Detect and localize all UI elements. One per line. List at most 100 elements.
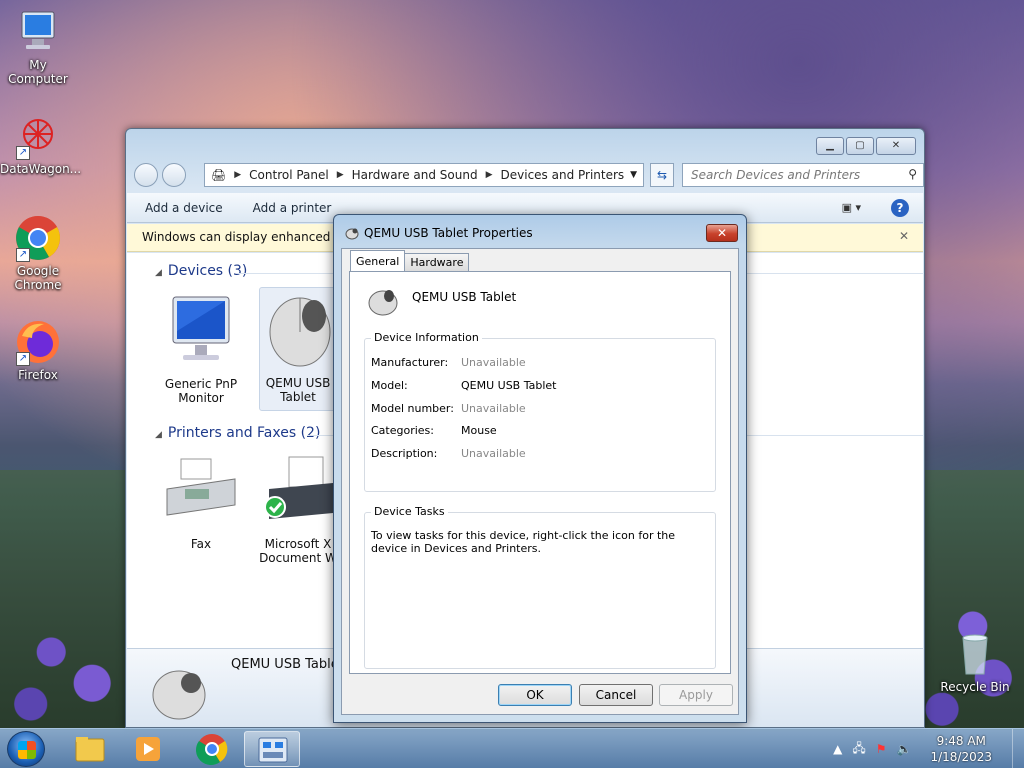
help-icon[interactable]: ? [891, 199, 909, 217]
desktop-icon-google-chrome[interactable]: ↗ Google Chrome [0, 214, 76, 292]
control-panel-icon: 🖨 [211, 168, 227, 182]
address-dropdown-icon[interactable]: ▼ [630, 170, 637, 180]
desktop-icon-label: Recycle Bin [940, 680, 1010, 694]
windows-logo-icon [18, 741, 36, 759]
breadcrumb-devices-and-printers[interactable]: Devices and Printers [501, 168, 625, 182]
recycle-bin-icon [951, 630, 999, 678]
info-row-description: Description: Unavailable [371, 447, 526, 460]
info-row-categories: Categories: Mouse [371, 424, 497, 437]
properties-dialog: QEMU USB Tablet Properties ✕ General Har… [333, 214, 747, 723]
computer-icon [14, 8, 62, 56]
info-value: Mouse [461, 424, 497, 437]
volume-icon[interactable]: 🔈 [897, 742, 912, 756]
forward-button[interactable] [162, 163, 186, 187]
taskbar: ▲ 🖧 ⚑ 🔈 9:48 AM 1/18/2023 [0, 728, 1024, 768]
maximize-button[interactable]: ▢ [846, 137, 874, 155]
cancel-button[interactable]: Cancel [579, 684, 653, 706]
taskbar-explorer[interactable] [62, 731, 118, 767]
chrome-icon [196, 734, 228, 765]
taskbar-devices-and-printers[interactable] [244, 731, 300, 767]
shortcut-arrow-icon: ↗ [16, 352, 30, 366]
breadcrumb-hardware-and-sound[interactable]: Hardware and Sound [352, 168, 478, 182]
info-key: Model: [371, 379, 408, 392]
taskbar-chrome[interactable] [184, 731, 240, 767]
device-qemu-usb-tablet[interactable]: QEMU USB Tablet [259, 287, 337, 411]
refresh-button[interactable]: ⇆ [650, 163, 674, 187]
group-legend: Device Information [371, 331, 482, 344]
device-label: Microsoft X Document W [259, 537, 337, 565]
desktop-icon-my-computer[interactable]: My Computer [0, 8, 76, 86]
tab-strip: General Hardware [350, 250, 470, 271]
fax-icon [159, 449, 243, 533]
start-button[interactable] [7, 731, 45, 767]
mouse-icon [149, 665, 209, 724]
info-key: Manufacturer: [371, 356, 449, 369]
info-value: Unavailable [461, 447, 526, 460]
info-key: Description: [371, 447, 438, 460]
device-information-group: Device Information Manufacturer: Unavail… [364, 331, 716, 492]
clock-date: 1/18/2023 [930, 750, 992, 764]
search-icon[interactable]: ⚲ [908, 167, 917, 181]
close-infobar-icon[interactable]: ✕ [899, 229, 909, 243]
info-bar-text: Windows can display enhanced devi [142, 230, 360, 244]
mouse-icon [366, 286, 400, 319]
tab-hardware[interactable]: Hardware [404, 253, 470, 271]
devices-printers-icon [258, 737, 288, 763]
close-button[interactable]: ✕ [876, 137, 916, 155]
clock[interactable]: 9:48 AM 1/18/2023 [930, 733, 992, 765]
printer-microsoft-xps[interactable]: Microsoft X Document W [259, 449, 337, 569]
add-printer-button[interactable]: Add a printer [253, 201, 332, 215]
desktop-icon-firefox[interactable]: ↗ Firefox [0, 318, 76, 382]
search-placeholder: Search Devices and Printers [691, 168, 861, 182]
general-tab-panel: QEMU USB Tablet Device Information Manuf… [349, 271, 731, 674]
add-device-button[interactable]: Add a device [145, 201, 223, 215]
desktop-icon-recycle-bin[interactable]: Recycle Bin [937, 630, 1013, 694]
breadcrumb-control-panel[interactable]: Control Panel [249, 168, 329, 182]
info-value: QEMU USB Tablet [461, 379, 557, 392]
info-value: Unavailable [461, 356, 526, 369]
device-generic-pnp-monitor[interactable]: Generic PnP Monitor [151, 289, 251, 409]
window-controls: ▁ ▢ ✕ [816, 137, 916, 155]
search-input[interactable]: Search Devices and Printers ⚲ [682, 163, 924, 187]
group-title: Devices (3) [167, 263, 248, 279]
device-label: Fax [190, 537, 212, 551]
shortcut-arrow-icon: ↗ [16, 146, 30, 160]
chrome-icon: ↗ [14, 214, 62, 262]
info-row-model: Model: QEMU USB Tablet [371, 379, 556, 392]
devices-group-header[interactable]: ◢ Devices (3) [155, 263, 247, 279]
address-bar[interactable]: 🖨 ▶ Control Panel ▶ Hardware and Sound ▶… [204, 163, 644, 187]
dialog-title: QEMU USB Tablet Properties [364, 226, 533, 240]
device-tasks-group: Device Tasks To view tasks for this devi… [364, 505, 716, 669]
info-row-manufacturer: Manufacturer: Unavailable [371, 356, 526, 369]
datawagon-icon: ↗ [14, 112, 62, 160]
printers-group-header[interactable]: ◢ Printers and Faxes (2) [155, 425, 320, 441]
tab-general[interactable]: General [350, 250, 406, 271]
back-button[interactable] [134, 163, 158, 187]
collapse-icon: ◢ [155, 430, 162, 440]
ok-button[interactable]: OK [498, 684, 572, 706]
desktop-icon-datawagon[interactable]: ↗ DataWagon... [0, 112, 82, 176]
desktop-icon-label: Firefox [18, 368, 58, 382]
show-desktop-button[interactable] [1012, 729, 1024, 768]
breadcrumb-separator-icon: ▶ [234, 170, 242, 180]
details-device-name: QEMU USB Tablet [231, 657, 344, 672]
dialog-body: General Hardware QEMU USB Tablet Device … [341, 248, 739, 715]
dialog-close-button[interactable]: ✕ [706, 224, 738, 242]
minimize-button[interactable]: ▁ [816, 137, 844, 155]
shortcut-arrow-icon: ↗ [16, 248, 30, 262]
desktop-icon-label: DataWagon... [0, 162, 82, 176]
device-tasks-text: To view tasks for this device, right-cli… [371, 529, 676, 555]
device-label: Generic PnP Monitor [164, 377, 238, 405]
printer-fax[interactable]: Fax [151, 449, 251, 569]
mouse-icon [260, 288, 336, 372]
show-hidden-icons-icon[interactable]: ▲ [833, 742, 842, 756]
device-label: QEMU USB Tablet [265, 376, 331, 404]
mouse-icon [344, 226, 360, 243]
info-value: Unavailable [461, 402, 526, 415]
folder-icon [75, 737, 105, 762]
view-options-icon[interactable]: ▣ ▾ [842, 201, 861, 214]
network-icon[interactable]: 🖧 [852, 739, 865, 760]
monitor-icon [159, 289, 243, 373]
action-center-flag-icon[interactable]: ⚑ [876, 742, 887, 756]
taskbar-media-player[interactable] [120, 731, 176, 767]
